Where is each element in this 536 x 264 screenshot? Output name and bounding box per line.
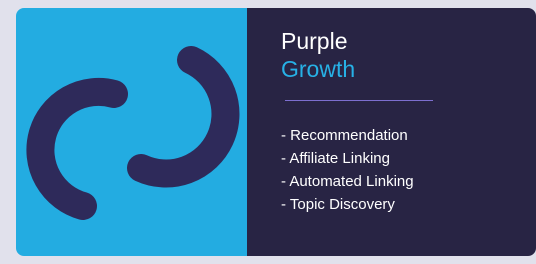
feature-list: - Recommendation - Affiliate Linking - A… <box>281 124 414 216</box>
logo-left-arc <box>26 77 128 220</box>
brand-card: Purple Growth - Recommendation - Affilia… <box>16 8 536 256</box>
divider <box>285 100 433 101</box>
feature-item-affiliate-linking: - Affiliate Linking <box>281 150 390 167</box>
info-panel: Purple Growth - Recommendation - Affilia… <box>247 8 536 256</box>
brand-name: Purple <box>281 28 348 54</box>
feature-item-automated-linking: - Automated Linking <box>281 173 414 190</box>
feature-item-recommendation: - Recommendation <box>281 127 408 144</box>
brand-tag: Growth <box>281 56 356 82</box>
feature-item-topic-discovery: - Topic Discovery <box>281 196 395 213</box>
logo-mark-icon <box>26 46 240 220</box>
logo-panel <box>16 8 247 256</box>
logo-right-arc <box>127 46 240 188</box>
